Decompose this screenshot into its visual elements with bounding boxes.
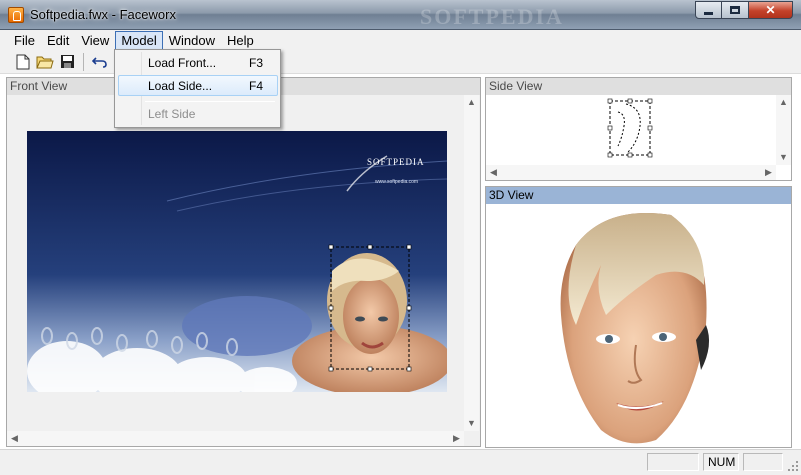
toolbar-separator [83, 52, 84, 71]
minimize-icon [704, 11, 713, 15]
menu-item-label: Load Side... [148, 79, 213, 93]
side-view-title: Side View [486, 78, 791, 95]
menu-edit[interactable]: Edit [41, 31, 75, 50]
status-num-indicator: NUM [703, 453, 739, 471]
menu-item-label: Load Front... [148, 56, 217, 70]
menu-separator [145, 101, 275, 102]
maximize-button[interactable] [722, 1, 749, 19]
window-title: Softpedia.fwx - Faceworx [30, 7, 176, 22]
front-url-text: www.softpedia.com [375, 179, 418, 185]
front-logo-text: SOFTPEDIA [367, 157, 425, 167]
maximize-icon [730, 6, 740, 14]
three-d-face-image [560, 213, 710, 444]
three-d-face-model[interactable] [546, 205, 726, 447]
front-view-pane: Front View SOFTPEDIA www.softpedia.com ▲… [6, 77, 481, 447]
new-document-icon [16, 54, 30, 69]
status-empty-cell [647, 453, 699, 471]
undo-button[interactable] [89, 51, 111, 73]
close-button[interactable]: ✕ [749, 1, 793, 19]
faceworx-app-icon [8, 7, 24, 23]
side-vertical-scrollbar[interactable]: ▲ ▼ [776, 95, 791, 165]
menu-item-load-front[interactable]: Load Front... F3 [118, 53, 278, 74]
scroll-left-arrow-icon[interactable]: ◀ [486, 165, 501, 180]
side-profile-image [607, 98, 653, 158]
minimize-button[interactable] [695, 1, 722, 19]
status-scroll-cell [743, 453, 783, 471]
new-button[interactable] [12, 51, 34, 73]
scroll-up-arrow-icon[interactable]: ▲ [464, 95, 479, 110]
menu-item-load-side[interactable]: Load Side... F4 [118, 75, 278, 96]
save-disk-icon [60, 55, 74, 68]
menu-item-left-side[interactable]: Left Side [118, 104, 278, 125]
menu-model[interactable]: Model [115, 30, 163, 50]
front-vertical-scrollbar[interactable]: ▲ ▼ [464, 95, 479, 431]
open-button[interactable] [34, 51, 56, 73]
scroll-down-arrow-icon[interactable]: ▼ [464, 416, 479, 431]
side-profile-outline[interactable] [606, 98, 654, 158]
status-bar: NUM [0, 449, 801, 475]
resize-grip-icon[interactable] [787, 460, 799, 472]
window-controls: ✕ [695, 1, 793, 19]
scroll-up-arrow-icon[interactable]: ▲ [776, 95, 791, 110]
three-d-view-pane: 3D View [485, 186, 792, 448]
menu-item-shortcut: F3 [249, 56, 264, 70]
menu-item-shortcut: F4 [249, 79, 264, 93]
model-dropdown-menu: Load Front... F3 Load Side... F4 Left Si… [114, 49, 281, 128]
three-d-view-title: 3D View [486, 187, 791, 204]
watermark: SOFTPEDIA [420, 4, 564, 29]
close-icon: ✕ [765, 3, 776, 17]
open-folder-icon [36, 56, 54, 69]
scroll-down-arrow-icon[interactable]: ▼ [776, 150, 791, 165]
front-horizontal-scrollbar[interactable]: ◀ ▶ [7, 431, 464, 446]
menu-bar: File Edit View Model Window Help [0, 30, 801, 50]
menu-view[interactable]: View [75, 31, 115, 50]
scroll-right-arrow-icon[interactable]: ▶ [449, 431, 464, 446]
scroll-right-arrow-icon[interactable]: ▶ [761, 165, 776, 180]
front-photo-image: SOFTPEDIA www.softpedia.com [27, 131, 447, 392]
side-view-pane: Side View ▲ ▼ ◀ ▶ [485, 77, 792, 181]
title-bar[interactable]: Softpedia.fwx - Faceworx SOFTPEDIA ✕ [0, 0, 801, 30]
menu-window[interactable]: Window [163, 31, 221, 50]
front-photo[interactable]: SOFTPEDIA www.softpedia.com [27, 131, 447, 392]
menu-help[interactable]: Help [221, 31, 260, 50]
save-button[interactable] [56, 51, 78, 73]
undo-icon [92, 56, 107, 68]
side-horizontal-scrollbar[interactable]: ◀ ▶ [486, 165, 776, 180]
menu-file[interactable]: File [8, 31, 41, 50]
menu-item-label: Left Side [148, 107, 196, 121]
scroll-left-arrow-icon[interactable]: ◀ [7, 431, 22, 446]
